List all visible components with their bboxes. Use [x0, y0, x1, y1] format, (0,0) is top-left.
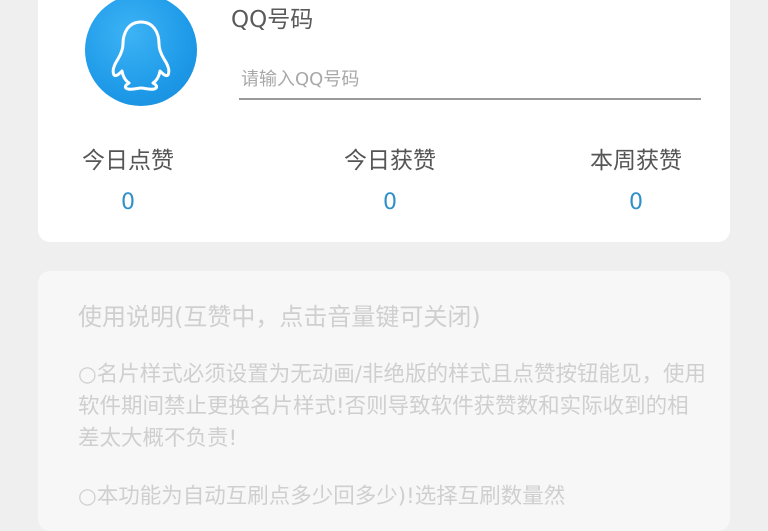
stat-value: 0	[121, 190, 135, 215]
stat-week-likes-received: 本周获赞 0	[556, 146, 716, 216]
stat-label: 本周获赞	[590, 148, 682, 174]
penguin-outline	[111, 20, 171, 91]
stat-value: 0	[383, 190, 397, 215]
profile-card: QQ号码 今日点赞 0 今日获赞 0 本周获赞 0	[38, 0, 730, 242]
usage-paragraph: ○本功能为自动互刷点多少回多少)!选择互刷数量然	[78, 484, 566, 509]
qq-number-label: QQ号码	[231, 7, 314, 33]
usage-title: 使用说明(互赞中，点击音量键可关闭)	[78, 303, 481, 331]
qq-number-input[interactable]	[239, 60, 701, 100]
stat-label: 今日点赞	[82, 148, 174, 174]
stat-value: 0	[629, 190, 643, 215]
usage-instructions-card: 使用说明(互赞中，点击音量键可关闭) ○名片样式必须设置为无动画/非绝版的样式且…	[38, 271, 730, 531]
stat-label: 今日获赞	[344, 148, 436, 174]
qq-penguin-icon[interactable]	[85, 0, 197, 106]
stat-today-likes-given: 今日点赞 0	[48, 146, 208, 216]
usage-paragraph: ○名片样式必须设置为无动画/非绝版的样式且点赞按钮能见，使用软件期间禁止更换名片…	[78, 362, 707, 451]
stat-today-likes-received: 今日获赞 0	[310, 146, 470, 216]
